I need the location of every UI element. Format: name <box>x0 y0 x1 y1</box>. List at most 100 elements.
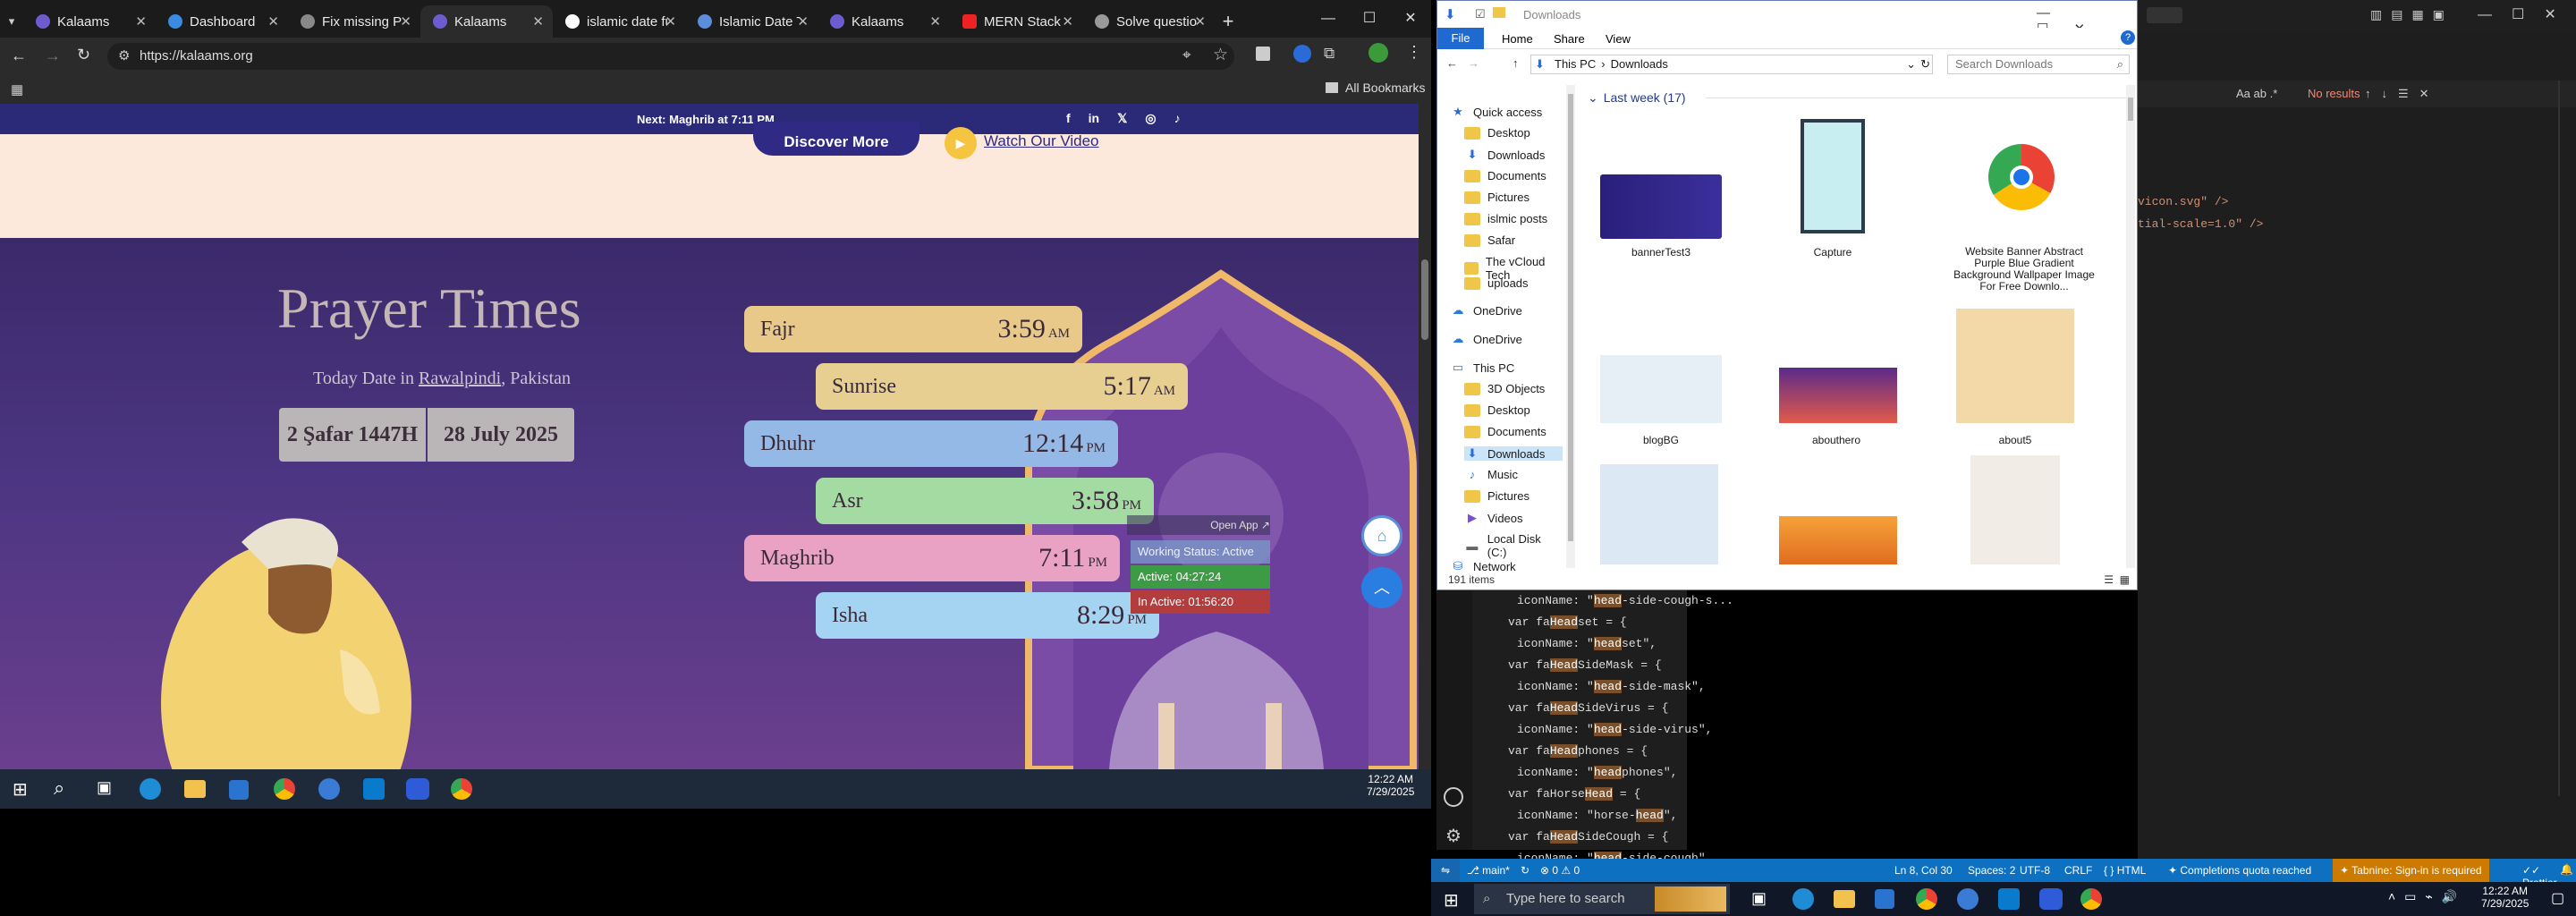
encoding[interactable]: UTF-8 <box>2020 864 2050 877</box>
file-thumb-capture[interactable] <box>1801 119 1865 233</box>
folder-icon[interactable] <box>1493 7 1505 18</box>
chevron-down-icon[interactable]: ⌄ <box>1906 55 1916 73</box>
chrome-icon[interactable] <box>2080 888 2102 910</box>
tab[interactable]: MERN Stack R✕ <box>950 5 1082 38</box>
star-icon[interactable]: ☆ <box>1213 45 1228 65</box>
file-name[interactable]: Capture <box>1754 246 1911 259</box>
close-icon[interactable]: ✕ <box>267 13 279 30</box>
nav-item[interactable]: ▭ This PC <box>1450 360 1514 375</box>
nav-item[interactable]: 3D Objects <box>1464 382 1545 395</box>
problems-indicator[interactable]: ⊗ 0 ⚠ 0 <box>1540 864 1580 877</box>
nav-item[interactable]: ⬇ Downloads <box>1464 446 1563 461</box>
task-view-icon[interactable]: ▣ <box>97 778 112 797</box>
nav-item[interactable]: ☁ OneDrive <box>1450 303 1522 318</box>
windows-start-icon[interactable]: ⊞ <box>13 778 28 801</box>
tab[interactable]: Fix missing Pra✕ <box>288 5 420 38</box>
language-mode[interactable]: { } HTML <box>2104 864 2146 877</box>
tab[interactable]: Solve question ✕ <box>1082 5 1215 38</box>
nav-item[interactable]: Pictures <box>1464 489 1530 503</box>
back-icon[interactable]: ← <box>11 47 27 65</box>
close-icon[interactable]: ✕ <box>665 13 676 30</box>
refresh-icon[interactable]: ↻ <box>1920 55 1930 73</box>
extension-icon[interactable] <box>1293 45 1311 63</box>
ribbon-tab-home[interactable]: Home <box>1502 32 1533 46</box>
scroll-thumb[interactable] <box>1568 94 1573 541</box>
linkedin-icon[interactable]: in <box>1089 111 1099 126</box>
file-thumb-chrome-html[interactable] <box>1979 117 2078 233</box>
nav-item[interactable]: islmic posts <box>1464 212 1547 225</box>
cursor-position[interactable]: Ln 8, Col 30 <box>1894 864 1953 877</box>
close-icon[interactable]: ✕ <box>929 13 941 30</box>
edge-icon[interactable] <box>1792 888 1814 910</box>
close-icon[interactable]: ✕ <box>532 13 544 30</box>
vscode-icon[interactable] <box>363 778 385 800</box>
city-link[interactable]: Rawalpindi <box>419 369 501 388</box>
nav-item[interactable]: Pictures <box>1464 191 1530 204</box>
file-thumb[interactable] <box>1779 516 1897 564</box>
nav-item[interactable]: Documents <box>1464 169 1546 182</box>
x-icon[interactable]: 𝕏 <box>1117 111 1127 126</box>
nav-item[interactable]: ▶ Videos <box>1464 511 1523 525</box>
match-case-icon[interactable]: Aa ab .* <box>2236 81 2277 107</box>
instagram-icon[interactable]: ◎ <box>1145 111 1156 126</box>
layout-icons[interactable]: ▥▤▦▣ <box>2370 7 2453 22</box>
nav-item[interactable]: Desktop <box>1464 403 1530 417</box>
site-info-icon[interactable]: ⚙ <box>118 43 130 70</box>
notifications-icon[interactable]: 🔔 <box>2560 863 2573 876</box>
find-nav-icons[interactable]: ↑↓☰✕ <box>2365 81 2440 107</box>
chrome-icon[interactable] <box>451 778 472 800</box>
play-icon[interactable]: ▶ <box>945 127 977 159</box>
file-thumb-abouthero[interactable] <box>1779 368 1897 423</box>
nav-item[interactable]: ★ Quick access <box>1450 105 1542 119</box>
url-input[interactable]: ⚙ https://kalaams.org <box>107 43 1234 70</box>
chrome-icon[interactable] <box>274 778 295 800</box>
close-icon[interactable]: ✕ <box>1194 13 1206 30</box>
file-thumb[interactable] <box>1600 464 1718 564</box>
file-name[interactable]: about5 <box>1936 434 2094 446</box>
tab[interactable]: Kalaams ✕ <box>818 5 950 38</box>
chrome-icon[interactable] <box>1916 888 1937 910</box>
clock[interactable]: 12:22 AM 7/29/2025 <box>1367 773 1414 798</box>
task-view-icon[interactable]: ▣ <box>1751 889 1767 908</box>
search-input[interactable]: Search Downloads ⌕ <box>1947 55 2130 74</box>
clock[interactable]: 12:22 AM 7/29/2025 <box>2481 885 2529 910</box>
sync-icon[interactable]: ↻ <box>1521 864 1530 877</box>
close-icon[interactable]: ✕ <box>797 13 809 30</box>
tiktok-icon[interactable]: ♪ <box>1174 111 1181 126</box>
file-name[interactable]: Website Banner Abstract Purple Blue Grad… <box>1953 246 2096 293</box>
edge-icon[interactable] <box>140 778 161 800</box>
scroll-top-button[interactable]: ︿ <box>1361 567 1402 608</box>
tabnine-status[interactable]: ✦ Tabnine: Sign-in is required <box>2333 859 2489 882</box>
nav-item[interactable]: ▬ Local Disk (C:) <box>1464 532 1563 559</box>
file-name[interactable]: abouthero <box>1758 434 1915 446</box>
maximize-icon[interactable]: ☐ <box>1349 0 1390 38</box>
completions-status[interactable]: ✦ Completions quota reached <box>2163 859 2317 882</box>
path-box[interactable]: ⬇ This PC › Downloads ⌄ ↻ <box>1530 55 1933 74</box>
system-tray-icons[interactable]: ˄▭⌁🔊 <box>2388 889 2466 904</box>
vscode-icon[interactable] <box>1998 888 2020 910</box>
file-name[interactable]: bannerTest3 <box>1582 246 1740 259</box>
file-name[interactable]: blogBG <box>1582 434 1740 446</box>
up-icon[interactable]: ↑ <box>1513 56 1519 70</box>
store-icon[interactable] <box>1875 889 1894 909</box>
file-explorer-icon[interactable] <box>184 780 206 798</box>
back-icon[interactable]: ← <box>1446 56 1458 70</box>
location-icon[interactable]: ⌖ <box>1182 47 1191 64</box>
details-view-icon[interactable]: ☰ <box>2104 573 2114 586</box>
store-icon[interactable] <box>229 780 249 800</box>
path-segment[interactable]: Downloads <box>1611 57 1668 71</box>
discover-more-button[interactable]: Discover More <box>753 122 919 156</box>
line-ending[interactable]: CRLF <box>2064 864 2092 877</box>
ribbon-tab-view[interactable]: View <box>1606 32 1631 46</box>
page-scrollbar[interactable] <box>1419 104 1431 769</box>
close-icon[interactable]: ✕ <box>400 13 411 30</box>
app-icon[interactable] <box>1957 888 1979 910</box>
help-icon[interactable]: ? <box>2121 30 2135 45</box>
nav-item[interactable]: Safar <box>1464 233 1515 247</box>
nav-item[interactable]: ⬇ Downloads <box>1464 148 1546 162</box>
app-icon[interactable] <box>318 778 340 800</box>
reload-icon[interactable]: ↻ <box>77 46 90 64</box>
tab[interactable]: Islamic Date T ✕ <box>685 5 818 38</box>
ribbon-tab-file[interactable]: File <box>1437 28 1484 49</box>
tab-active[interactable]: Kalaams ✕ <box>420 5 553 38</box>
